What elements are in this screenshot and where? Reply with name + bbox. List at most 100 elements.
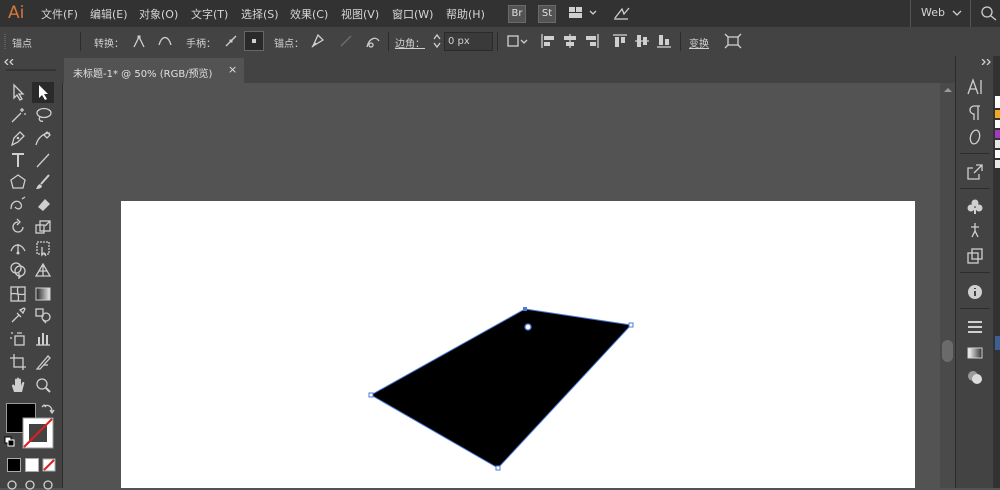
- gradient-tool-icon[interactable]: [34, 285, 52, 303]
- perspective-grid-tool-icon[interactable]: [34, 261, 52, 279]
- swatch[interactable]: [995, 140, 1000, 148]
- shape-properties-icon[interactable]: [506, 33, 528, 49]
- arrange-documents-icon[interactable]: [568, 6, 598, 20]
- pen-tool-icon[interactable]: [9, 129, 27, 147]
- paragraph-panel-icon[interactable]: [966, 104, 984, 122]
- swatch[interactable]: [995, 130, 1000, 138]
- puppet-warp-icon[interactable]: [966, 221, 984, 239]
- menu-select[interactable]: 选择(S): [241, 6, 279, 22]
- document-tab[interactable]: 未标题-1* @ 50% (RGB/预览) ×: [64, 58, 244, 83]
- scroll-thumb[interactable]: [942, 340, 953, 362]
- symbols-panel-icon[interactable]: [966, 198, 984, 216]
- swap-fill-stroke-icon[interactable]: [41, 403, 55, 415]
- menu-type[interactable]: 文字(T): [191, 6, 228, 22]
- panel-grip[interactable]: [6, 69, 56, 71]
- hand-tool-icon[interactable]: [9, 376, 27, 394]
- gradient-panel-icon[interactable]: [966, 344, 984, 362]
- character-panel-icon[interactable]: [966, 78, 984, 96]
- slice-tool-icon[interactable]: [34, 353, 52, 371]
- blend-tool-icon[interactable]: [34, 306, 52, 324]
- transform-button[interactable]: 变换: [689, 35, 709, 50]
- panel-grip-icon[interactable]: [3, 34, 7, 50]
- close-tab-icon[interactable]: ×: [228, 63, 237, 76]
- collapse-dock-icon[interactable]: [980, 59, 992, 65]
- isolate-selected-icon[interactable]: [724, 33, 742, 49]
- shape-builder-tool-icon[interactable]: [9, 261, 27, 279]
- artboard-tool-icon[interactable]: [9, 353, 27, 371]
- divider: [388, 32, 389, 51]
- gpu-performance-icon[interactable]: [612, 5, 632, 21]
- scale-tool-icon[interactable]: [34, 218, 52, 236]
- search-icon[interactable]: [980, 5, 998, 21]
- line-segment-tool-icon[interactable]: [34, 151, 52, 169]
- swatch[interactable]: [995, 110, 1000, 118]
- align-top-icon[interactable]: [612, 33, 628, 49]
- hide-handles-icon[interactable]: [244, 31, 264, 51]
- menu-edit[interactable]: 编辑(E): [90, 6, 128, 22]
- default-fill-stroke-icon[interactable]: [4, 436, 16, 448]
- info-panel-icon[interactable]: [966, 283, 984, 301]
- rotate-tool-icon[interactable]: [9, 218, 27, 236]
- artboard[interactable]: [121, 201, 915, 488]
- magic-wand-tool-icon[interactable]: [9, 106, 27, 124]
- remove-anchor-icon[interactable]: [309, 32, 327, 50]
- free-transform-tool-icon[interactable]: [34, 239, 52, 257]
- width-tool-icon[interactable]: [9, 239, 27, 257]
- gradient-mode-button[interactable]: [25, 458, 39, 472]
- cut-path-icon[interactable]: [364, 32, 382, 50]
- swatch[interactable]: [995, 160, 1000, 168]
- align-vertical-center-icon[interactable]: [634, 33, 650, 49]
- show-handles-icon[interactable]: [223, 33, 239, 49]
- corner-stepper-icon[interactable]: [432, 32, 442, 50]
- divider: [80, 32, 81, 51]
- polygon-tool-icon[interactable]: [9, 173, 27, 191]
- align-horizontal-center-icon[interactable]: [562, 33, 578, 49]
- selection-tool-icon[interactable]: [9, 83, 27, 101]
- transparency-panel-icon[interactable]: [966, 368, 984, 386]
- convert-to-smooth-icon[interactable]: [157, 33, 173, 49]
- shaper-tool-icon[interactable]: [9, 195, 27, 213]
- mesh-tool-icon[interactable]: [9, 285, 27, 303]
- collapse-panel-icon[interactable]: [3, 59, 15, 65]
- menu-view[interactable]: 视图(V): [341, 6, 379, 22]
- links-panel-icon[interactable]: [966, 247, 984, 265]
- convert-to-corner-icon[interactable]: [131, 33, 147, 49]
- zoom-tool-icon[interactable]: [34, 376, 52, 394]
- swatch[interactable]: [995, 96, 1000, 108]
- column-graph-tool-icon[interactable]: [34, 329, 52, 347]
- scroll-up-icon[interactable]: [943, 86, 953, 94]
- stroke-color-swatch[interactable]: [22, 417, 54, 449]
- lasso-tool-icon[interactable]: [34, 106, 52, 124]
- align-right-icon[interactable]: [584, 33, 600, 49]
- eyedropper-tool-icon[interactable]: [9, 306, 27, 324]
- swatch[interactable]: [995, 150, 1000, 158]
- menu-help[interactable]: 帮助(H): [446, 6, 485, 22]
- symbol-sprayer-tool-icon[interactable]: [9, 329, 27, 347]
- eraser-tool-icon[interactable]: [34, 195, 52, 213]
- color-mode-button[interactable]: [7, 458, 21, 472]
- curvature-tool-icon[interactable]: [34, 129, 52, 147]
- menu-window[interactable]: 窗口(W): [392, 6, 433, 22]
- type-tool-icon[interactable]: [9, 151, 27, 169]
- chevron-down-icon[interactable]: [952, 9, 962, 17]
- menu-object[interactable]: 对象(O): [139, 6, 178, 22]
- drawing-modes-icon[interactable]: [6, 478, 56, 490]
- align-left-icon[interactable]: [540, 33, 556, 49]
- menu-file[interactable]: 文件(F): [41, 6, 78, 22]
- workspace-switcher[interactable]: Web: [921, 6, 945, 19]
- bridge-button[interactable]: Br: [508, 5, 526, 23]
- export-asset-icon[interactable]: [966, 163, 984, 181]
- control-bar: 锚点 转换： 手柄： 锚点： 边角： 0 px 变换: [0, 27, 1000, 57]
- paintbrush-tool-icon[interactable]: [34, 173, 52, 191]
- vertical-scrollbar[interactable]: [940, 83, 955, 488]
- stroke-panel-icon[interactable]: [966, 318, 984, 336]
- menu-effect[interactable]: 效果(C): [290, 6, 328, 22]
- corner-radius-input[interactable]: 0 px: [444, 32, 493, 51]
- swatch[interactable]: [995, 120, 1000, 128]
- direct-selection-tool-icon[interactable]: [34, 83, 52, 101]
- stock-button[interactable]: St: [538, 5, 556, 23]
- align-bottom-icon[interactable]: [656, 33, 672, 49]
- corner-label[interactable]: 边角：: [395, 35, 425, 50]
- opentype-panel-icon[interactable]: [966, 128, 984, 146]
- none-mode-button[interactable]: [42, 458, 56, 472]
